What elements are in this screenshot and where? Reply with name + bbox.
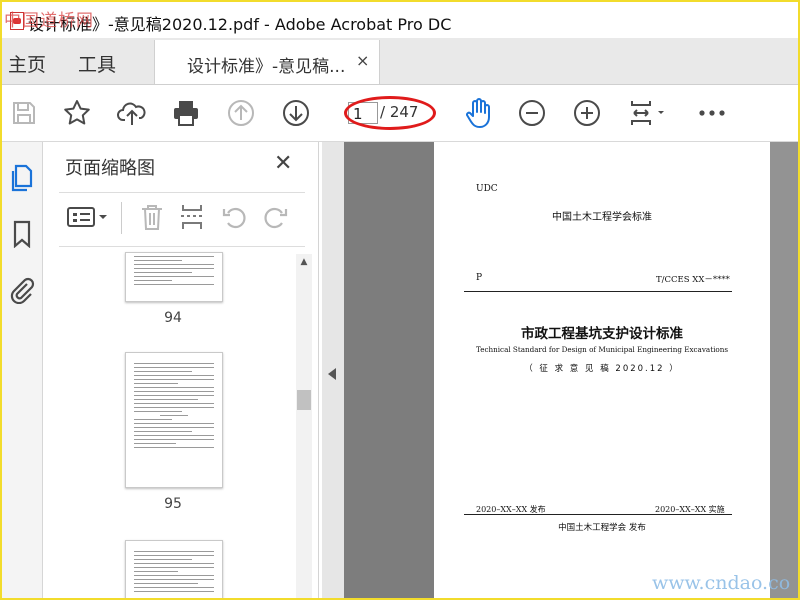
main-toolbar: 1 / 247: [2, 85, 798, 142]
thumbnail-page-95[interactable]: [125, 352, 223, 488]
corner-watermark: 中国道桥网: [4, 11, 94, 31]
zoom-in-button[interactable]: [569, 95, 605, 131]
rotate-left-icon: [222, 207, 246, 229]
print-icon: [174, 101, 198, 126]
trash-icon: [142, 205, 162, 230]
tab-document[interactable]: 设计标准》-意见稿... ×: [154, 40, 380, 84]
standard-code: T/CCES XX－****: [656, 275, 730, 285]
header-rule: [464, 291, 732, 292]
thumbnail-list: 94 95: [43, 248, 293, 598]
star-icon: [64, 100, 90, 125]
attachments-rail-button[interactable]: [6, 274, 38, 306]
bookmark-icon: [13, 220, 31, 248]
red-ellipse-annotation: [344, 96, 436, 130]
p-label: P: [476, 273, 483, 283]
document-title-cn: 市政工程基坑支护设计标准: [521, 326, 683, 342]
page-down-icon: [283, 100, 309, 126]
extract-pages-button[interactable]: [175, 200, 209, 234]
close-tab-button[interactable]: ×: [356, 51, 369, 70]
split-pages-icon: [181, 205, 202, 229]
draft-note: （ 征 求 意 见 稿 2020.12 ）: [524, 364, 680, 374]
thumbnail-options-dropdown[interactable]: [63, 200, 113, 234]
fit-page-icon: [631, 101, 664, 125]
panel-divider: [59, 246, 305, 247]
next-page-button[interactable]: [278, 95, 314, 131]
bookmarks-rail-button[interactable]: [6, 218, 38, 250]
document-title-en: Technical Standard for Design of Municip…: [475, 345, 729, 354]
pdf-page: UDC 中国土木工程学会标准 P T/CCES XX－**** 市政工程基坑支护…: [434, 142, 770, 598]
rotate-right-button[interactable]: [259, 200, 293, 234]
document-tab-label: 设计标准》-意见稿...: [187, 57, 346, 77]
thumbnail-label: 95: [164, 496, 182, 512]
scroll-up-arrow[interactable]: ▲: [296, 254, 312, 270]
fit-page-dropdown[interactable]: [624, 95, 670, 131]
thumbnail-label: 94: [164, 310, 182, 326]
save-button[interactable]: [6, 95, 42, 131]
bookmark-star-button[interactable]: [59, 95, 95, 131]
more-tools-button[interactable]: [694, 95, 730, 131]
zoom-in-icon: [574, 100, 600, 126]
tab-home[interactable]: 主页: [8, 50, 46, 77]
chevron-left-icon: [328, 368, 336, 380]
thumbnail-page-96[interactable]: [125, 540, 223, 598]
zoom-out-button[interactable]: [514, 95, 550, 131]
save-icon: [13, 102, 35, 124]
zoom-out-icon: [519, 100, 545, 126]
toolbar-divider: [121, 202, 122, 234]
pages-icon: [11, 164, 33, 192]
hand-tool-button[interactable]: [460, 95, 496, 131]
tab-bar: 主页 工具 设计标准》-意见稿... ×: [2, 38, 798, 85]
rotate-right-icon: [264, 207, 288, 229]
rotate-left-button[interactable]: [217, 200, 251, 234]
options-menu-icon: [67, 207, 107, 227]
tab-tools[interactable]: 工具: [78, 50, 116, 77]
page-up-icon: [228, 100, 254, 126]
delete-pages-button[interactable]: [135, 200, 169, 234]
document-scroll-gutter[interactable]: [770, 142, 798, 598]
footer-rule: [464, 514, 732, 515]
title-bar: 设计标准》-意见稿2020.12.pdf - Adobe Acrobat Pro…: [2, 2, 798, 38]
cloud-upload-icon: [117, 102, 146, 125]
previous-page-button[interactable]: [223, 95, 259, 131]
site-watermark: www.cndao.co: [652, 572, 791, 594]
navigation-rail: [2, 142, 43, 598]
hand-icon: [466, 98, 490, 128]
page-thumbnails-rail-button[interactable]: [6, 162, 38, 194]
publisher: 中国土木工程学会 发布: [558, 523, 646, 533]
upload-button[interactable]: [114, 95, 150, 131]
close-panel-button[interactable]: ✕: [274, 151, 292, 176]
thumbnail-page-94[interactable]: [125, 252, 223, 302]
panel-title: 页面缩略图: [65, 158, 155, 179]
standard-organization: 中国土木工程学会标准: [552, 212, 652, 223]
panel-divider: [59, 192, 305, 193]
more-icon: [699, 110, 725, 116]
page-thumbnails-panel: 页面缩略图 ✕ 94 95 ▲: [43, 142, 319, 598]
print-button[interactable]: [168, 95, 204, 131]
udc-label: UDC: [476, 184, 498, 194]
scrollbar-thumb[interactable]: [297, 390, 311, 410]
paperclip-icon: [10, 277, 35, 304]
collapse-panel-handle[interactable]: [322, 142, 344, 598]
thumbnail-scrollbar[interactable]: ▲: [296, 254, 312, 598]
